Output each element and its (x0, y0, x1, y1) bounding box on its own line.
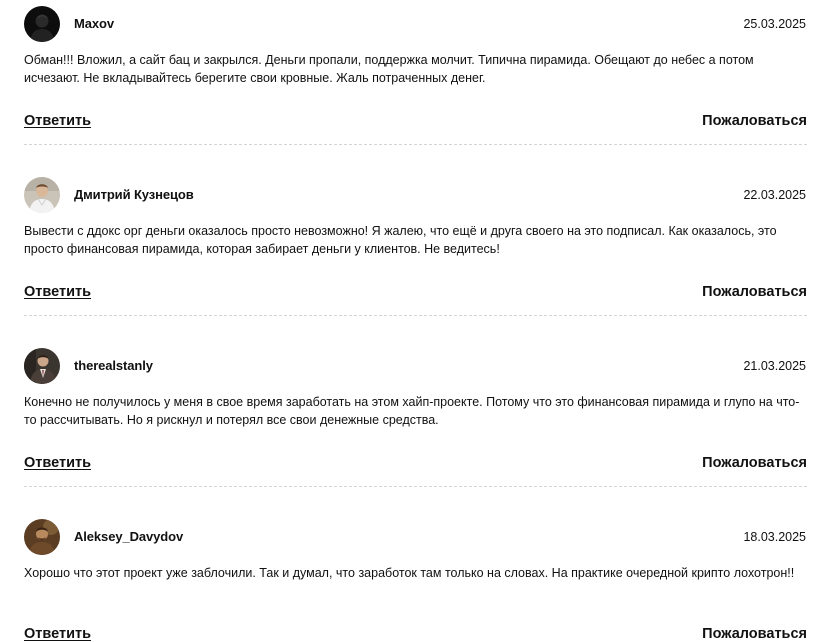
comment-text: Хорошо что этот проект уже заблочили. Та… (24, 566, 795, 580)
report-button[interactable]: Пожаловаться (702, 113, 807, 129)
comment-item: Aleksey_Davydov 18.03.2025 Хорошо что эт… (24, 513, 807, 642)
comment-item: Maxov 25.03.2025 Обман!!! Вложил, а сайт… (24, 0, 807, 171)
avatar-photo-user-icon[interactable] (24, 177, 60, 213)
reply-button[interactable]: Ответить (24, 455, 91, 471)
comment-header: Aleksey_Davydov 18.03.2025 (24, 519, 807, 556)
comment-author: Дмитрий Кузнецов (74, 187, 194, 202)
comment-author: Aleksey_Davydov (74, 529, 184, 544)
comment-header: Дмитрий Кузнецов 22.03.2025 (24, 177, 807, 214)
comment-item: Дмитрий Кузнецов 22.03.2025 Вывести с дд… (24, 171, 807, 342)
comment-author: therealstanly (74, 358, 153, 373)
comment-header: therealstanly 21.03.2025 (24, 348, 807, 385)
comment-date: 18.03.2025 (743, 530, 806, 544)
comment-text: Вывести с ддокс орг деньги оказалось про… (24, 224, 777, 256)
comment-text: Конечно не получилось у меня в свое врем… (24, 395, 800, 427)
avatar-photo-user-icon[interactable] (24, 519, 60, 555)
comment-header: Maxov 25.03.2025 (24, 6, 807, 43)
reply-button[interactable]: Ответить (24, 284, 91, 300)
reply-button[interactable]: Ответить (24, 626, 91, 642)
comment-date: 25.03.2025 (743, 17, 806, 31)
report-button[interactable]: Пожаловаться (702, 626, 807, 642)
comment-text: Обман!!! Вложил, а сайт бац и закрылся. … (24, 53, 754, 85)
avatar-photo-user-icon[interactable] (24, 348, 60, 384)
comment-divider (24, 486, 807, 487)
report-button[interactable]: Пожаловаться (702, 284, 807, 300)
avatar-dark-user-icon[interactable] (24, 6, 60, 42)
comments-list: Maxov 25.03.2025 Обман!!! Вложил, а сайт… (24, 0, 807, 642)
report-button[interactable]: Пожаловаться (702, 455, 807, 471)
comment-divider (24, 315, 807, 316)
comment-item: therealstanly 21.03.2025 Конечно не полу… (24, 342, 807, 513)
reply-button[interactable]: Ответить (24, 113, 91, 129)
comment-divider (24, 144, 807, 145)
comment-date: 22.03.2025 (743, 188, 806, 202)
comment-author: Maxov (74, 16, 114, 31)
comment-date: 21.03.2025 (743, 359, 806, 373)
